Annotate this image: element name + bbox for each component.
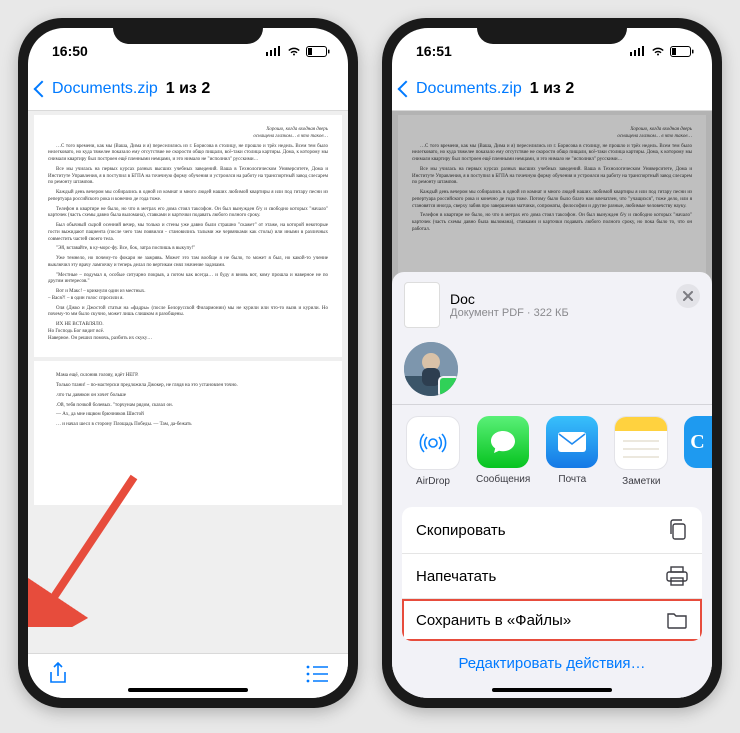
action-print[interactable]: Напечатать xyxy=(402,554,702,599)
notes-icon xyxy=(615,417,667,469)
actions-list: Скопировать Напечатать Сохранить в «Файл… xyxy=(402,507,702,641)
app-airdrop[interactable]: AirDrop xyxy=(406,416,460,487)
document-viewport: Хорошо, когда входная дверьоснащена глаз… xyxy=(392,111,712,698)
doc-meta: Doc Документ PDF · 322 КБ xyxy=(450,291,569,319)
action-label: Напечатать xyxy=(416,568,496,585)
action-label: Скопировать xyxy=(416,522,506,539)
battery-icon xyxy=(670,46,694,57)
app-label: Сообщения xyxy=(476,474,530,485)
app-notes[interactable]: Заметки xyxy=(614,416,668,487)
back-label: Documents.zip xyxy=(52,80,158,98)
close-icon xyxy=(683,291,693,301)
chevron-left-icon xyxy=(34,81,51,98)
wifi-icon xyxy=(650,46,666,57)
status-icons xyxy=(630,46,694,57)
messages-badge-icon xyxy=(438,376,458,396)
app-label: Почта xyxy=(558,474,586,485)
contact-avatar[interactable] xyxy=(404,342,458,396)
app-label: AirDrop xyxy=(416,476,450,487)
screen-left: 16:50 Documents.zip 1 из 2 Хорошо, когда… xyxy=(28,28,348,698)
nav-bar: Documents.zip 1 из 2 xyxy=(28,68,348,111)
home-indicator[interactable] xyxy=(128,688,248,692)
action-label: Сохранить в «Файлы» xyxy=(416,612,571,629)
copy-icon xyxy=(668,519,688,541)
document-page-1: Хорошо, когда входная дверьоснащена глаз… xyxy=(34,115,342,357)
signal-icon xyxy=(266,46,282,56)
edit-actions-button[interactable]: Редактировать действия… xyxy=(392,645,712,672)
app-more[interactable]: C xyxy=(684,416,712,468)
app-mail[interactable]: Почта xyxy=(546,416,598,487)
share-icon xyxy=(48,662,68,686)
share-apps: AirDrop Сообщения Почта xyxy=(392,404,712,499)
battery-icon xyxy=(306,46,330,57)
printer-icon xyxy=(666,566,688,586)
screen-right: 16:51 Documents.zip 1 из 2 Хорошо, когда… xyxy=(392,28,712,698)
folder-icon xyxy=(666,611,688,629)
doc-name: Doc xyxy=(450,291,569,307)
status-time: 16:50 xyxy=(52,43,88,59)
list-icon xyxy=(306,665,328,683)
close-button[interactable] xyxy=(676,284,700,308)
contact-suggestions xyxy=(392,338,712,404)
home-indicator[interactable] xyxy=(492,688,612,692)
sheet-header: Doc Документ PDF · 322 КБ xyxy=(392,272,712,338)
document-viewport[interactable]: Хорошо, когда входная дверьоснащена глаз… xyxy=(28,111,348,653)
wifi-icon xyxy=(286,46,302,57)
doc-thumbnail xyxy=(404,282,440,328)
signal-icon xyxy=(630,46,646,56)
share-sheet: Doc Документ PDF · 322 КБ xyxy=(392,272,712,699)
phone-right: 16:51 Documents.zip 1 из 2 Хорошо, когда… xyxy=(382,18,722,708)
document-page-2: Мама ещё, склонив голову, идёт НЕГР. Тол… xyxy=(34,361,342,505)
action-save-to-files[interactable]: Сохранить в «Файлы» xyxy=(402,599,702,641)
back-button[interactable]: Documents.zip xyxy=(400,80,522,98)
back-label: Documents.zip xyxy=(416,80,522,98)
airdrop-icon xyxy=(416,426,450,460)
list-button[interactable] xyxy=(306,665,328,688)
status-icons xyxy=(266,46,330,57)
messages-icon xyxy=(488,428,518,456)
phone-left: 16:50 Documents.zip 1 из 2 Хорошо, когда… xyxy=(18,18,358,708)
mail-icon xyxy=(556,430,588,454)
app-label: Заметки xyxy=(622,476,660,487)
notch xyxy=(113,18,263,44)
nav-bar: Documents.zip 1 из 2 xyxy=(392,68,712,111)
share-button[interactable] xyxy=(48,662,68,691)
action-copy[interactable]: Скопировать xyxy=(402,507,702,554)
chevron-left-icon xyxy=(398,81,415,98)
notch xyxy=(477,18,627,44)
doc-info: Документ PDF · 322 КБ xyxy=(450,307,569,319)
status-time: 16:51 xyxy=(416,43,452,59)
app-messages[interactable]: Сообщения xyxy=(476,416,530,487)
back-button[interactable]: Documents.zip xyxy=(36,80,158,98)
